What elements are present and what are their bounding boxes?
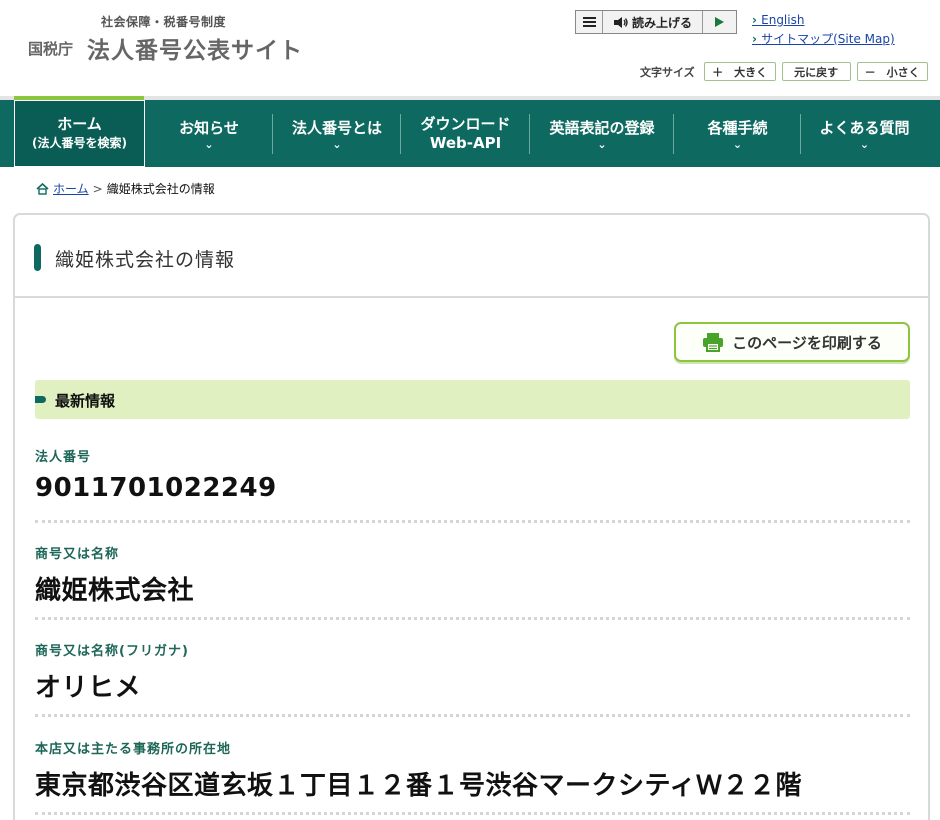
font-size-controls: 文字サイズ ＋ 大きく 元に戻す － 小さく (640, 62, 934, 81)
chevron-down-icon: ⌄ (332, 137, 342, 151)
speaker-icon (613, 16, 628, 28)
font-larger-button[interactable]: ＋ 大きく (703, 62, 776, 81)
field-value: オリヒメ (35, 673, 142, 703)
play-button[interactable] (703, 11, 736, 33)
nav-sublabel: Web-API (429, 133, 502, 152)
section-label: 最新情報 (55, 392, 116, 410)
read-aloud-toolbar: 読み上げる (575, 10, 737, 34)
breadcrumb-separator: > (92, 181, 103, 196)
field-trade-name: 商号又は名称 織姫株式会社 (35, 543, 910, 607)
font-smaller-button[interactable]: － 小さく (856, 62, 928, 81)
top-links: English サイトマップ(Site Map) (752, 11, 895, 49)
play-icon (715, 17, 724, 27)
field-label: 商号又は名称 (35, 547, 120, 562)
chevron-down-icon: ⌄ (597, 137, 607, 151)
field-label: 商号又は名称(フリガナ) (35, 644, 189, 659)
field-value: 織姫株式会社 (35, 576, 195, 606)
home-icon (36, 182, 49, 195)
logo-agency: 国税庁 (28, 40, 74, 58)
field-head-office-address: 本店又は主たる事務所の所在地 東京都渋谷区道玄坂１丁目１２番１号渋谷マークシティ… (35, 738, 910, 802)
field-divider (35, 714, 910, 717)
nav-label: 法人番号とは (291, 118, 382, 137)
field-divider (35, 520, 910, 523)
card-header: 織姫株式会社の情報 (15, 215, 928, 298)
nav-item-about[interactable]: 法人番号とは ⌄ (273, 100, 401, 167)
section-marker (35, 396, 46, 403)
site-header: 社会保障・税番号制度 国税庁 法人番号公表サイト 読み上げる English サ… (0, 0, 940, 96)
nav-label: よくある質問 (819, 118, 910, 137)
field-label: 法人番号 (35, 450, 92, 465)
sitemap-link[interactable]: サイトマップ(Site Map) (752, 30, 895, 49)
menu-icon (582, 17, 596, 19)
logo-title: 法人番号公表サイト (87, 38, 303, 64)
nav-label: 各種手続 (707, 118, 768, 137)
breadcrumb: ホーム > 織姫株式会社の情報 (36, 180, 215, 197)
nav-label: お知らせ (179, 118, 239, 137)
field-divider (35, 812, 910, 815)
breadcrumb-home-link[interactable]: ホーム (53, 180, 89, 197)
nav-item-faq[interactable]: よくある質問 ⌄ (801, 100, 928, 167)
field-trade-name-kana: 商号又は名称(フリガナ) オリヒメ (35, 640, 910, 704)
page-title: 織姫株式会社の情報 (55, 249, 236, 271)
chevron-down-icon: ⌄ (859, 137, 870, 151)
english-link[interactable]: English (752, 11, 895, 30)
nav-label: ダウンロード (420, 114, 511, 133)
global-nav: ホーム (法人番号を検索) お知らせ ⌄ 法人番号とは ⌄ ダウンロード Web… (0, 100, 940, 167)
font-reset-button[interactable]: 元に戻す (781, 62, 851, 81)
read-aloud-button[interactable]: 読み上げる (603, 11, 703, 33)
chevron-down-icon: ⌄ (732, 137, 743, 151)
nav-item-news[interactable]: お知らせ ⌄ (145, 100, 273, 167)
nav-item-download[interactable]: ダウンロード Web-API (401, 100, 530, 167)
font-size-label: 文字サイズ (640, 65, 695, 79)
field-value: 9011701022249 (35, 473, 277, 503)
title-accent-bar (34, 244, 41, 271)
nav-item-home[interactable]: ホーム (法人番号を検索) (14, 100, 145, 167)
nav-item-procedures[interactable]: 各種手続 ⌄ (674, 100, 801, 167)
nav-sublabel: (法人番号を検索) (32, 135, 127, 150)
nav-item-english-registration[interactable]: 英語表記の登録 ⌄ (530, 100, 674, 167)
print-button-label: このページを印刷する (732, 333, 882, 352)
chevron-down-icon: ⌄ (204, 137, 214, 151)
field-divider (35, 617, 910, 620)
printer-icon (703, 333, 724, 352)
field-label: 本店又は主たる事務所の所在地 (35, 742, 232, 757)
logo-subtitle: 社会保障・税番号制度 (101, 15, 227, 29)
read-aloud-label: 読み上げる (631, 15, 692, 30)
print-page-button[interactable]: このページを印刷する (674, 322, 910, 362)
field-value: 東京都渋谷区道玄坂１丁目１２番１号渋谷マークシティＷ２２階 (35, 771, 802, 801)
breadcrumb-current: 織姫株式会社の情報 (106, 182, 215, 196)
nav-label: ホーム (57, 114, 102, 133)
corporation-info-card: 織姫株式会社の情報 このページを印刷する 最新情報 法人番号 901170102… (13, 213, 930, 820)
latest-info-section-header: 最新情報 (35, 380, 910, 419)
field-corporate-number: 法人番号 9011701022249 (35, 446, 910, 503)
nav-label: 英語表記の登録 (549, 118, 655, 137)
read-aloud-menu-button[interactable] (576, 11, 603, 33)
